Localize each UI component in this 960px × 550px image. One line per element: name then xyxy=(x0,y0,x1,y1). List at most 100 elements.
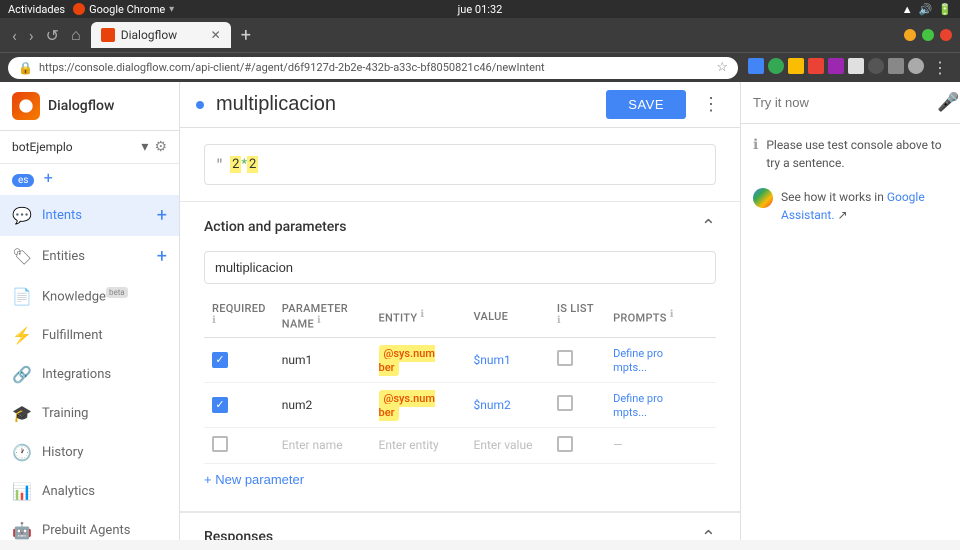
sidebar-item-training[interactable]: 🎓 Training xyxy=(0,394,179,433)
ext-icon-4[interactable] xyxy=(808,58,824,74)
row1-value[interactable]: $num1 xyxy=(466,337,549,382)
maximize-btn[interactable] xyxy=(922,29,934,41)
new-tab-btn[interactable]: + xyxy=(241,25,251,46)
address-bar[interactable]: 🔒 https://console.dialogflow.com/api-cli… xyxy=(8,57,738,79)
os-chrome-label[interactable]: Google Chrome xyxy=(89,3,165,16)
entities-icon: 🏷 xyxy=(12,247,32,266)
action-input[interactable] xyxy=(204,251,716,284)
intent-name-input[interactable] xyxy=(216,93,594,116)
back-btn[interactable]: ‹ xyxy=(8,24,21,47)
empty-entity[interactable]: Enter entity xyxy=(371,427,466,463)
add-parameter-button[interactable]: + New parameter xyxy=(204,464,304,495)
toolbar-icons: ⋮ xyxy=(748,58,952,77)
required-checkbox-2[interactable]: ✓ xyxy=(212,397,228,413)
islist-info-icon[interactable]: ℹ xyxy=(557,315,561,326)
action-section-header[interactable]: Action and parameters ⌃ xyxy=(180,202,740,251)
sidebar-item-integrations[interactable]: 🔗 Integrations xyxy=(0,355,179,394)
phrase-text: 2*2 xyxy=(230,157,258,172)
intents-add-icon[interactable]: + xyxy=(157,205,167,226)
lang-add-icon[interactable]: + xyxy=(44,168,53,187)
window-controls xyxy=(904,29,952,41)
ext-icon-5[interactable] xyxy=(828,58,844,74)
row1-entity[interactable]: @sys.number xyxy=(371,337,466,382)
required-checkbox-empty[interactable] xyxy=(212,436,228,452)
islist-checkbox-2[interactable] xyxy=(557,395,573,411)
content-scroll[interactable]: " 2*2 Action and parameters ⌃ xyxy=(180,128,740,540)
sidebar: Dialogflow botEjemplo ▾ ⚙ es + 💬 Intents… xyxy=(0,82,180,540)
row2-param-name[interactable]: num2 xyxy=(274,382,371,427)
ext-icon-1[interactable] xyxy=(748,58,764,74)
browser-tab[interactable]: Dialogflow ✕ xyxy=(91,22,231,48)
sidebar-item-knowledge[interactable]: 📄 Knowledgebeta xyxy=(0,277,179,316)
close-btn[interactable] xyxy=(940,29,952,41)
save-button[interactable]: SAVE xyxy=(606,90,686,119)
content-area: SAVE ⋮ " 2*2 Action and parameters ⌃ xyxy=(180,82,740,540)
row2-islist[interactable] xyxy=(549,382,605,427)
required-info-icon[interactable]: ℹ xyxy=(212,315,216,326)
os-chrome-dropdown-icon[interactable]: ▾ xyxy=(169,4,174,15)
dialogflow-logo-icon xyxy=(12,92,40,120)
history-icon: 🕐 xyxy=(12,443,32,462)
tab-close-icon[interactable]: ✕ xyxy=(211,28,221,42)
ext-icon-3[interactable] xyxy=(788,58,804,74)
row2-required[interactable]: ✓ xyxy=(204,382,274,427)
param-info-icon[interactable]: ℹ xyxy=(317,315,321,326)
agent-dropdown-icon[interactable]: ▾ xyxy=(141,139,148,155)
responses-collapse-icon[interactable]: ⌃ xyxy=(701,527,716,540)
intent-menu-icon[interactable]: ⋮ xyxy=(698,90,724,119)
lang-badge[interactable]: es xyxy=(12,174,34,187)
empty-value[interactable]: Enter value xyxy=(466,427,549,463)
responses-section-title: Responses xyxy=(204,529,273,540)
sidebar-header: Dialogflow xyxy=(0,82,179,131)
prompts-link-1[interactable]: Define prompts... xyxy=(613,347,663,374)
sidebar-label-analytics: Analytics xyxy=(42,484,167,499)
action-collapse-icon[interactable]: ⌃ xyxy=(701,216,716,237)
prompts-link-2[interactable]: Define prompts... xyxy=(613,392,663,419)
ext-icon-9[interactable] xyxy=(908,58,924,74)
islist-checkbox-1[interactable] xyxy=(557,350,573,366)
bookmark-icon[interactable]: ☆ xyxy=(716,60,728,75)
dialogflow-title: Dialogflow xyxy=(48,98,114,114)
row2-prompts[interactable]: Define prompts... xyxy=(605,382,716,427)
sidebar-item-prebuilt[interactable]: 🤖 Prebuilt Agents xyxy=(0,511,179,550)
home-btn[interactable]: ⌂ xyxy=(67,23,85,47)
try-now-input[interactable] xyxy=(753,95,929,110)
sidebar-item-intents[interactable]: 💬 Intents + xyxy=(0,195,179,236)
responses-section-header[interactable]: Responses ⌃ xyxy=(180,512,740,540)
ga-text: See how it works in Google Assistant. ↗ xyxy=(781,188,948,224)
mic-icon[interactable]: 🎤 xyxy=(937,92,959,113)
ext-icon-2[interactable] xyxy=(768,58,784,74)
ext-icon-8[interactable] xyxy=(888,58,904,74)
sidebar-item-history[interactable]: 🕐 History xyxy=(0,433,179,472)
minimize-btn[interactable] xyxy=(904,29,916,41)
entities-add-icon[interactable]: + xyxy=(157,246,167,267)
sidebar-item-entities[interactable]: 🏷 Entities + xyxy=(0,236,179,277)
sidebar-item-fulfillment[interactable]: ⚡ Fulfillment xyxy=(0,316,179,355)
islist-checkbox-empty[interactable] xyxy=(557,436,573,452)
prompts-info-icon[interactable]: ℹ xyxy=(670,309,674,320)
row1-param-name[interactable]: num1 xyxy=(274,337,371,382)
url-text[interactable]: https://console.dialogflow.com/api-clien… xyxy=(39,61,710,74)
row1-prompts[interactable]: Define prompts... xyxy=(605,337,716,382)
sidebar-item-analytics[interactable]: 📊 Analytics xyxy=(0,472,179,511)
ext-icon-7[interactable] xyxy=(868,58,884,74)
row1-islist[interactable] xyxy=(549,337,605,382)
sidebar-label-knowledge: Knowledgebeta xyxy=(42,288,167,304)
reload-btn[interactable]: ↺ xyxy=(42,24,63,47)
chrome-menu-icon[interactable]: ⋮ xyxy=(928,58,952,77)
os-activities[interactable]: Actividades xyxy=(8,3,65,16)
empty-islist[interactable] xyxy=(549,427,605,463)
table-row: ✓ num2 @sys.number $num2 xyxy=(204,382,716,427)
ext-icon-6[interactable] xyxy=(848,58,864,74)
agent-settings-icon[interactable]: ⚙ xyxy=(154,139,167,155)
required-checkbox-1[interactable]: ✓ xyxy=(212,352,228,368)
row2-entity[interactable]: @sys.number xyxy=(371,382,466,427)
empty-required[interactable] xyxy=(204,427,274,463)
entity-info-icon[interactable]: ℹ xyxy=(420,309,424,320)
empty-param-name[interactable]: Enter name xyxy=(274,427,371,463)
table-row-empty: Enter name Enter entity Enter value — xyxy=(204,427,716,463)
sidebar-label-prebuilt: Prebuilt Agents xyxy=(42,523,167,538)
row1-required[interactable]: ✓ xyxy=(204,337,274,382)
row2-value[interactable]: $num2 xyxy=(466,382,549,427)
forward-btn[interactable]: › xyxy=(25,24,38,47)
